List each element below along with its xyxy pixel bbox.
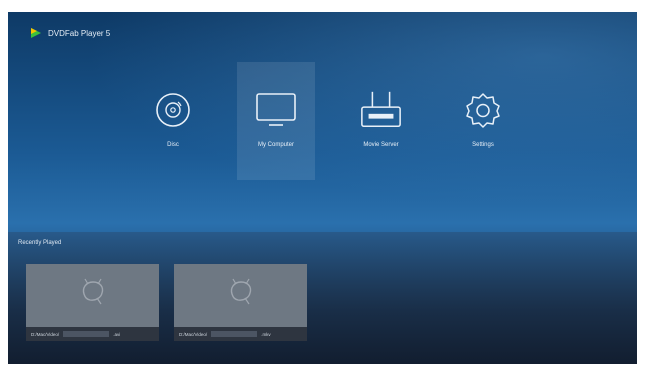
nav-item-label: Movie Server [363,142,399,148]
nav-item-movie-server[interactable]: Movie Server [342,62,420,180]
video-placeholder-icon [82,278,103,305]
recent-item[interactable]: D:/Mac/Video/ .mkv [174,264,307,341]
nav-item-label: My Computer [257,142,294,148]
router-icon [361,91,401,128]
section-title: Recently Played [18,240,62,246]
nav-item-settings[interactable]: Settings [444,62,522,180]
nav-item-label: Settings [472,142,494,148]
app-window: DVDFab Player 5 Disc My Computer Movie S… [8,12,637,364]
gear-icon [466,93,500,128]
file-extension: .avi [113,331,121,337]
file-path: D:/Mac/Video/ [31,331,60,337]
title-bar: DVDFab Player 5 [30,26,110,40]
disc-icon [156,93,190,127]
redacted-filename [211,331,258,337]
monitor-icon [256,93,296,126]
recent-item[interactable]: D:/Mac/Video/ .avi [26,264,159,341]
recent-item-caption: D:/Mac/Video/ .avi [26,327,159,341]
file-extension: .mkv [261,331,271,337]
nav-item-label: Disc [167,142,179,148]
video-placeholder-icon [230,278,251,305]
nav-item-my-computer[interactable]: My Computer [237,62,315,180]
recently-played-section: Recently Played D:/Mac/Video/ .avi D:/Ma… [8,232,637,364]
redacted-filename [63,331,110,337]
app-logo-icon [31,28,41,38]
file-path: D:/Mac/Video/ [179,331,208,337]
nav-item-disc[interactable]: Disc [134,62,212,180]
main-nav: Disc My Computer Movie Server Settings [8,62,637,230]
recent-item-caption: D:/Mac/Video/ .mkv [174,327,307,341]
app-title: DVDFab Player 5 [48,28,111,38]
